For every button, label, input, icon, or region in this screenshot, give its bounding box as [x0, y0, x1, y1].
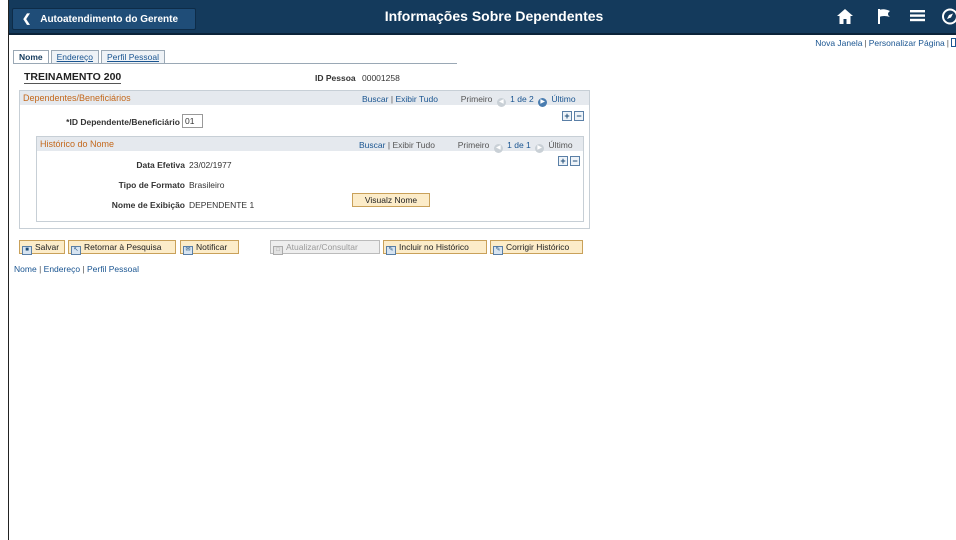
- person-id-value: 00001258: [362, 73, 400, 83]
- format-type-value: Brasileiro: [189, 180, 225, 190]
- dependents-nav: Buscar | Exibir Tudo Primeiro ◀ 1 de 2 ▶…: [362, 94, 576, 107]
- update-display-icon: □: [273, 246, 283, 255]
- name-history-nav: Buscar | Exibir Tudo Primeiro ◀ 1 de 1 ▶…: [359, 140, 573, 153]
- page-tabs: Nome Endereço Perfil Pessoal: [13, 50, 167, 64]
- dependents-row-controls: + −: [562, 111, 584, 121]
- arrow-right-icon[interactable]: ▶: [538, 98, 548, 107]
- dependents-title: Dependentes/Beneficiários: [23, 93, 131, 103]
- plus-icon[interactable]: +: [562, 111, 572, 121]
- chevron-left-icon: ❮: [22, 13, 32, 25]
- tab-underline: [13, 63, 457, 64]
- separator: |: [864, 38, 867, 48]
- dependents-first-label: Primeiro: [460, 94, 493, 104]
- dependent-id-label: *ID Dependente/Beneficiário: [66, 117, 180, 127]
- top-banner: ❮ Autoatendimento do Gerente Informações …: [9, 0, 956, 35]
- utility-links: Nova Janela | Personalizar Página |: [815, 38, 956, 48]
- return-to-search-label: Retornar à Pesquisa: [84, 242, 162, 252]
- bottom-link-nome[interactable]: Nome: [14, 264, 37, 274]
- return-to-search-button[interactable]: ↖ Retornar à Pesquisa: [68, 240, 176, 255]
- update-display-label: Atualizar/Consultar: [286, 242, 358, 252]
- tab-endereco[interactable]: Endereço: [50, 50, 100, 64]
- dependents-counter: 1 de 2: [510, 94, 534, 104]
- flag-icon[interactable]: [876, 8, 892, 29]
- save-button[interactable]: ■ Salvar: [19, 240, 65, 255]
- include-history-label: Incluir no Histórico: [399, 242, 469, 252]
- person-id-label: ID Pessoa: [315, 73, 356, 83]
- bottom-page-links: Nome | Endereço | Perfil Pessoal: [14, 264, 139, 274]
- name-history-view-all: Exibir Tudo: [392, 140, 435, 150]
- save-icon: ■: [22, 246, 32, 255]
- name-history-last-label: Último: [548, 140, 573, 150]
- employee-name: TREINAMENTO 200: [24, 71, 122, 84]
- arrow-left-icon: ◀: [496, 98, 506, 107]
- minus-icon[interactable]: −: [574, 111, 584, 121]
- name-history-search-link[interactable]: Buscar: [359, 140, 385, 150]
- notify-label: Notificar: [196, 242, 228, 252]
- view-name-button[interactable]: Visualz Nome: [352, 193, 430, 207]
- page-title: Informações Sobre Dependentes: [384, 8, 604, 24]
- personalize-page-link[interactable]: Personalizar Página: [869, 38, 945, 48]
- effective-date-label: Data Efetiva: [136, 160, 185, 170]
- dependents-search-link[interactable]: Buscar: [362, 94, 388, 104]
- navbar-compass-icon[interactable]: [941, 8, 956, 29]
- minus-icon[interactable]: −: [570, 156, 580, 166]
- update-display-button: □ Atualizar/Consultar: [270, 240, 380, 255]
- format-type-label: Tipo de Formato: [118, 180, 185, 190]
- display-name-value: DEPENDENTE 1: [189, 200, 255, 210]
- notify-button[interactable]: ✉ Notificar: [180, 240, 239, 255]
- plus-icon[interactable]: +: [558, 156, 568, 166]
- name-history-first-label: Primeiro: [457, 140, 490, 150]
- correct-history-button[interactable]: ✎ Corrigir Histórico: [490, 240, 583, 255]
- separator: |: [387, 140, 391, 150]
- dependents-last-link[interactable]: Último: [552, 94, 576, 104]
- tab-perfil-pessoal[interactable]: Perfil Pessoal: [101, 50, 165, 64]
- name-history-header: Histórico do Nome Buscar | Exibir Tudo P…: [37, 137, 583, 153]
- home-icon[interactable]: [836, 8, 854, 29]
- notify-icon: ✉: [183, 246, 193, 255]
- separator: |: [39, 264, 42, 274]
- help-icon[interactable]: [951, 38, 956, 47]
- separator: |: [82, 264, 85, 274]
- correct-history-label: Corrigir Histórico: [506, 242, 570, 252]
- new-window-link[interactable]: Nova Janela: [815, 38, 862, 48]
- effective-date-value: 23/02/1977: [189, 160, 232, 170]
- bottom-link-endereco[interactable]: Endereço: [44, 264, 80, 274]
- bottom-link-perfil[interactable]: Perfil Pessoal: [87, 264, 139, 274]
- hamburger-menu-icon[interactable]: [910, 8, 925, 27]
- separator: |: [390, 94, 394, 104]
- name-history-title: Histórico do Nome: [40, 139, 115, 149]
- tab-nome[interactable]: Nome: [13, 50, 49, 64]
- save-button-label: Salvar: [35, 242, 60, 252]
- correct-history-icon: ✎: [493, 246, 503, 255]
- left-frame-border: [8, 0, 9, 540]
- include-history-button[interactable]: ✎ Incluir no Histórico: [383, 240, 487, 255]
- return-search-icon: ↖: [71, 246, 81, 255]
- back-button[interactable]: ❮ Autoatendimento do Gerente: [12, 8, 196, 30]
- name-history-counter: 1 de 1: [507, 140, 531, 150]
- dependent-id-input[interactable]: 01: [182, 114, 203, 128]
- include-history-icon: ✎: [386, 246, 396, 255]
- separator: |: [946, 38, 949, 48]
- dependents-view-all-link[interactable]: Exibir Tudo: [395, 94, 438, 104]
- arrow-right-icon: ▶: [535, 144, 545, 153]
- arrow-left-icon: ◀: [493, 144, 503, 153]
- display-name-label: Nome de Exibição: [111, 200, 185, 210]
- dependents-header: Dependentes/Beneficiários Buscar | Exibi…: [20, 91, 589, 107]
- name-history-row-controls: + −: [558, 156, 580, 166]
- back-button-label: Autoatendimento do Gerente: [40, 14, 179, 25]
